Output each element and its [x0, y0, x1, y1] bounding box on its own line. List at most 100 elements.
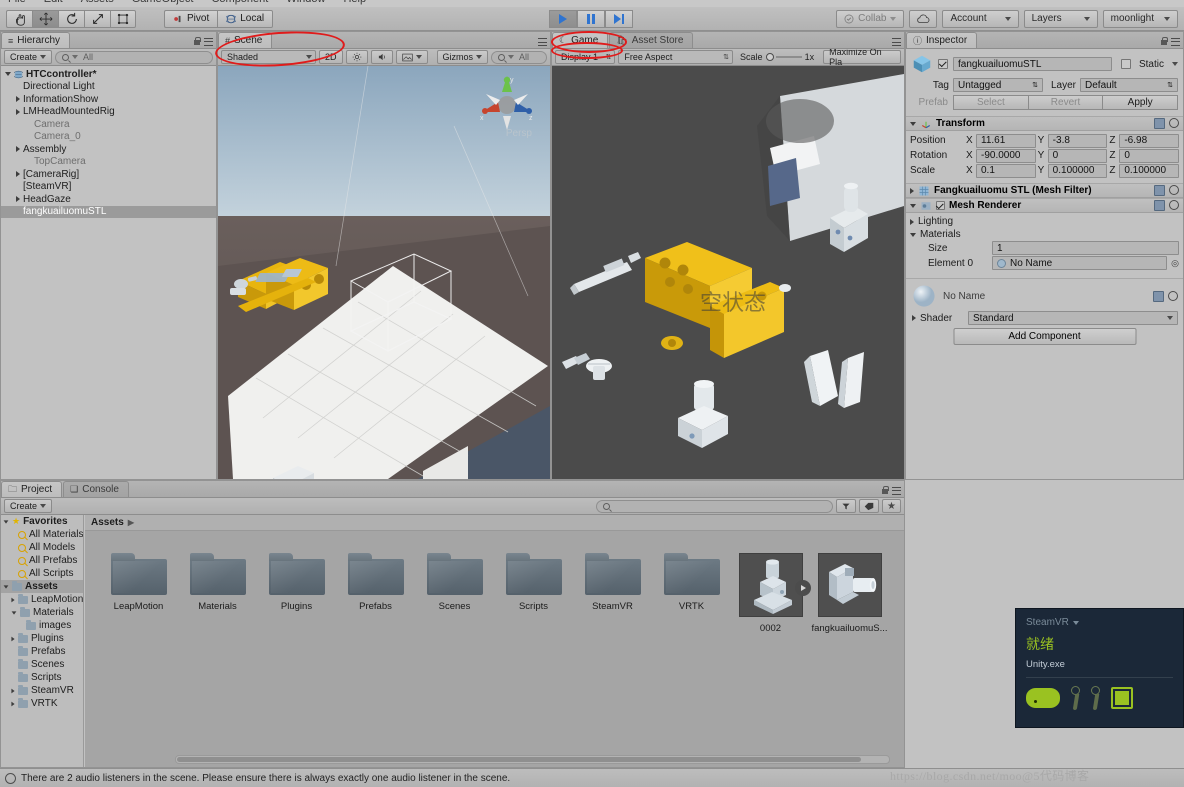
scene-viewport[interactable]: x z y Persp — [218, 66, 550, 479]
foldout-arrow[interactable] — [16, 108, 20, 115]
asset-item[interactable]: fangkuailuomuS... — [810, 553, 889, 634]
project-tree-item-steamvr[interactable]: SteamVR — [1, 684, 83, 697]
breadcrumb-assets[interactable]: Assets — [91, 517, 124, 528]
static-dropdown-caret[interactable] — [1172, 62, 1178, 66]
game-aspect-dropdown[interactable]: Free Aspect ⇅ — [618, 50, 734, 64]
chevron-down-icon[interactable] — [1072, 620, 1079, 625]
shader-foldout-arrow[interactable] — [912, 315, 916, 321]
mesh-renderer-enabled-checkbox[interactable] — [936, 201, 945, 210]
filter-by-label-button[interactable] — [859, 499, 880, 513]
mesh-filter-header[interactable]: Fangkuailuomu STL (Mesh Filter) — [906, 183, 1183, 198]
project-tree-item-scripts[interactable]: Scripts — [1, 671, 83, 684]
menu-item-component[interactable]: Component — [211, 0, 268, 5]
project-panel-menu[interactable] — [881, 486, 901, 495]
hierarchy-panel-menu[interactable] — [193, 37, 213, 46]
foldout-arrow[interactable] — [11, 636, 15, 641]
scene-panel-menu[interactable] — [538, 38, 547, 46]
foldout-arrow[interactable] — [11, 701, 15, 706]
foldout-arrow[interactable] — [16, 196, 20, 203]
hierarchy-search-input[interactable]: All — [55, 50, 213, 64]
account-button[interactable]: Account — [942, 9, 1019, 28]
element-picker-icon[interactable]: ◎ — [1171, 258, 1179, 269]
inspector-panel-menu[interactable] — [1160, 37, 1180, 46]
hierarchy-item-htccontroller[interactable]: HTCcontroller* — [1, 68, 216, 81]
project-tree-item-all-models[interactable]: All Models — [1, 541, 83, 554]
lock-icon[interactable] — [881, 486, 889, 495]
layout-button[interactable]: moonlight — [1102, 9, 1178, 28]
tab-asset-store[interactable]: 🛍 Asset Store — [609, 32, 694, 48]
layers-button[interactable]: Layers — [1023, 9, 1098, 28]
gear-icon[interactable] — [1168, 290, 1178, 301]
menu-item-gameobject[interactable]: GameObject — [132, 0, 194, 5]
element-object-field[interactable]: No Name — [992, 256, 1168, 270]
transform-rotation-z-field[interactable]: 0 — [1119, 148, 1180, 163]
transform-rotation-y-field[interactable]: 0 — [1047, 148, 1108, 163]
asset-item[interactable]: Materials — [178, 553, 257, 634]
project-tree-item-plugins[interactable]: Plugins — [1, 632, 83, 645]
headset-icon[interactable] — [1026, 688, 1060, 708]
project-tree-item-assets[interactable]: Assets — [1, 580, 83, 593]
help-icon[interactable] — [1153, 290, 1164, 302]
menu-item-help[interactable]: Help — [343, 0, 366, 5]
rotate-tool-button[interactable] — [58, 9, 84, 28]
asset-item[interactable]: LeapMotion — [99, 553, 178, 634]
transform-component-header[interactable]: Transform — [906, 116, 1183, 131]
controller-right-icon[interactable] — [1091, 686, 1100, 710]
hand-tool-button[interactable] — [6, 9, 32, 28]
tab-console[interactable]: ❏ Console — [63, 481, 129, 497]
prefab-revert-button[interactable]: Revert — [1028, 95, 1104, 110]
foldout-arrow[interactable] — [3, 584, 9, 589]
menu-item-edit[interactable]: Edit — [44, 0, 63, 5]
lock-icon[interactable] — [193, 37, 201, 46]
gear-icon[interactable] — [1169, 200, 1179, 210]
game-scale-slider[interactable] — [765, 53, 802, 61]
scene-shading-dropdown[interactable]: Shaded — [221, 50, 316, 64]
project-tree-item-vrtk[interactable]: VRTK — [1, 697, 83, 710]
project-search-input[interactable] — [596, 499, 834, 513]
project-tree-item-favorites[interactable]: ★ Favorites — [1, 515, 83, 528]
play-button[interactable] — [549, 10, 577, 28]
game-panel-menu[interactable] — [892, 38, 901, 46]
hierarchy-item-assembly[interactable]: Assembly — [1, 143, 216, 156]
project-tree-item-images[interactable]: images — [1, 619, 83, 632]
transform-position-y-field[interactable]: -3.8 — [1047, 133, 1108, 148]
menu-item-window[interactable]: Window — [286, 0, 325, 5]
prefab-select-button[interactable]: Select — [953, 95, 1029, 110]
scene-projection-label[interactable]: Persp — [506, 128, 532, 139]
object-name-field[interactable]: fangkuailuomuSTL — [953, 57, 1112, 71]
hierarchy-item-camera[interactable]: Camera — [1, 118, 216, 131]
project-tree-item-leapmotion[interactable]: LeapMotion — [1, 593, 83, 606]
project-tree-item-prefabs[interactable]: Prefabs — [1, 645, 83, 658]
hierarchy-item-camerarig[interactable]: [CameraRig] — [1, 168, 216, 181]
foldout-arrow[interactable] — [11, 597, 15, 602]
scene-gizmos-button[interactable]: Gizmos — [436, 50, 489, 64]
project-tree-item-scenes[interactable]: Scenes — [1, 658, 83, 671]
help-icon[interactable] — [1154, 118, 1165, 129]
tab-inspector[interactable]: ⓘ Inspector — [906, 32, 978, 48]
hierarchy-item-directional-light[interactable]: Directional Light — [1, 81, 216, 94]
hierarchy-item-steamvr[interactable]: [SteamVR] — [1, 181, 216, 194]
preview-play-badge[interactable] — [794, 580, 811, 596]
hierarchy-item-informationshow[interactable]: InformationShow — [1, 93, 216, 106]
favorite-button[interactable]: ★ — [882, 499, 901, 513]
menu-bar[interactable]: File Edit Assets GameObject Component Wi… — [0, 0, 1184, 7]
scale-tool-button[interactable] — [84, 9, 110, 28]
help-icon[interactable] — [1154, 185, 1165, 196]
size-field[interactable]: 1 — [992, 241, 1179, 255]
tab-scene[interactable]: # Scene — [218, 32, 273, 48]
step-button[interactable] — [605, 10, 633, 28]
panel-menu-icon[interactable] — [204, 37, 213, 46]
space-button[interactable]: Local — [217, 9, 274, 28]
project-tree-item-materials[interactable]: Materials — [1, 606, 83, 619]
foldout-arrow[interactable] — [16, 96, 20, 103]
prefab-apply-button[interactable]: Apply — [1103, 95, 1179, 110]
game-display-dropdown[interactable]: Display 1 ⇅ — [555, 50, 616, 64]
scene-lighting-toggle[interactable] — [345, 50, 368, 64]
transform-position-x-field[interactable]: 11.61 — [976, 133, 1036, 148]
rect-tool-button[interactable] — [110, 9, 136, 28]
steamvr-title-row[interactable]: SteamVR — [1026, 617, 1173, 628]
tag-dropdown[interactable]: Untagged ⇅ — [953, 78, 1043, 92]
lighting-foldout[interactable]: Lighting — [910, 215, 1179, 228]
tab-hierarchy[interactable]: ≡ Hierarchy — [1, 32, 71, 48]
shader-dropdown[interactable]: Standard — [968, 311, 1178, 325]
